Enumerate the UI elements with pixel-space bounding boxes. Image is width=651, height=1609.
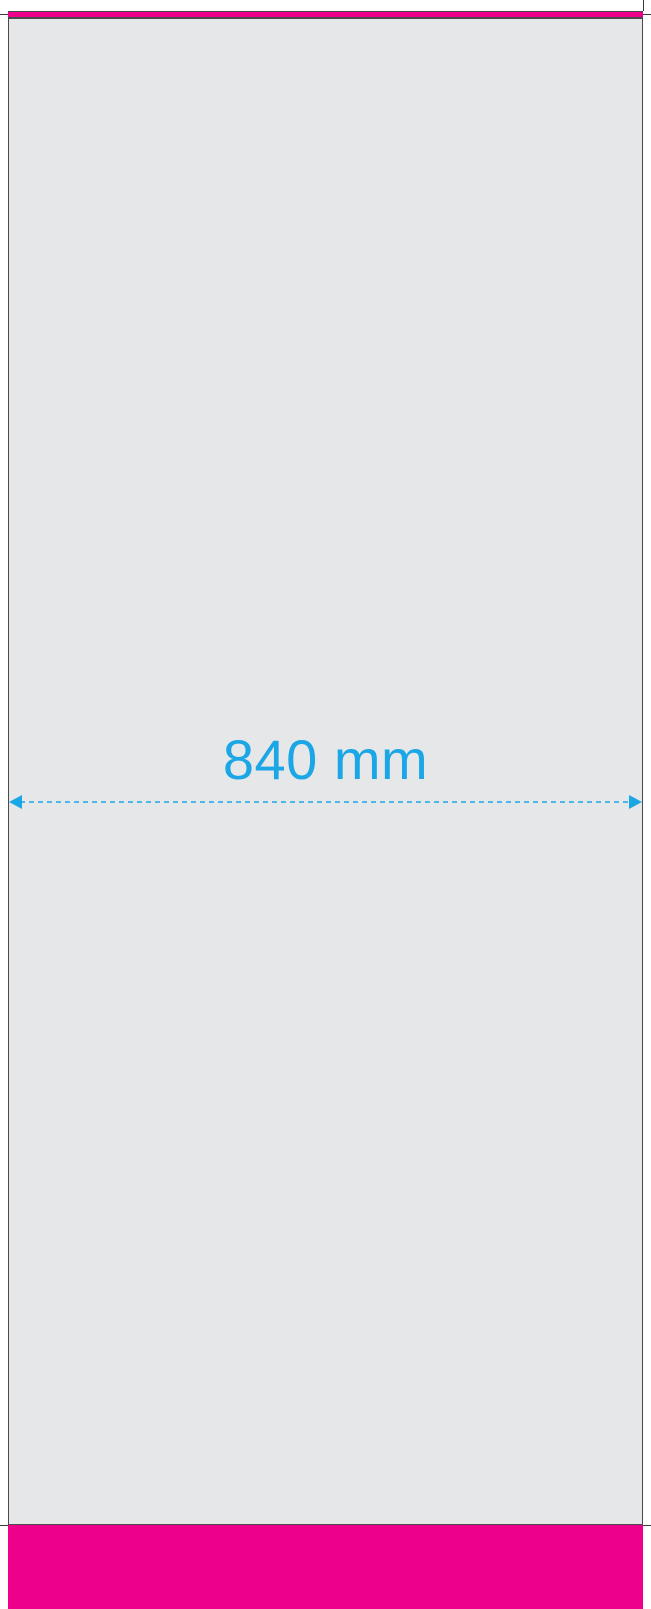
right-arrow-icon bbox=[629, 795, 642, 809]
width-dimension-label: 840 mm bbox=[222, 728, 429, 791]
top-bleed-strip bbox=[8, 11, 643, 18]
crop-mark-top-right-v bbox=[643, 0, 644, 11]
crop-mark-bottom-right bbox=[643, 1525, 651, 1526]
crop-mark-bottom-left bbox=[0, 1525, 8, 1526]
left-arrow-icon bbox=[9, 795, 22, 809]
crop-mark-top-right-h bbox=[643, 14, 651, 15]
width-dimension-line bbox=[9, 795, 642, 809]
crop-mark-top-left bbox=[0, 14, 8, 15]
bottom-bleed-band bbox=[8, 1525, 643, 1609]
